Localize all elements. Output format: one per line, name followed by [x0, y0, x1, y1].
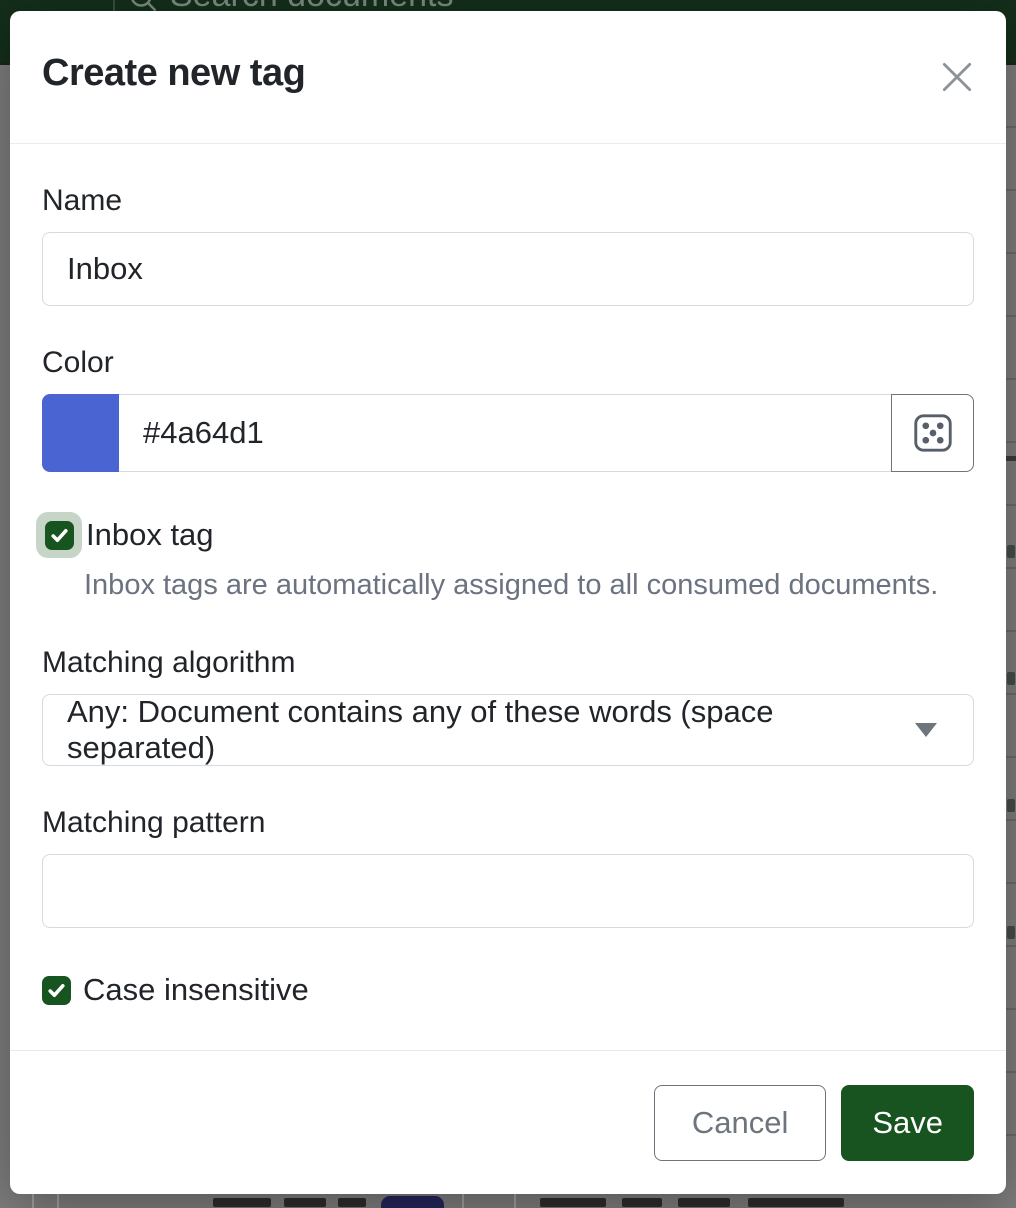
name-field-group: Name	[42, 184, 974, 306]
dimmed-content-strip	[0, 1194, 1016, 1208]
case-insensitive-label[interactable]: Case insensitive	[83, 972, 309, 1008]
matching-pattern-input[interactable]	[42, 854, 974, 928]
dialog-title: Create new tag	[42, 49, 974, 97]
dimmed-table-border	[514, 1194, 516, 1208]
color-hex-input[interactable]	[119, 394, 892, 472]
dimmed-table-header-line	[1006, 456, 1016, 461]
dimmed-text-fragment	[338, 1198, 366, 1207]
selected-option: Any: Document contains any of these word…	[67, 694, 915, 766]
matching-algorithm-group: Matching algorithm Any: Document contain…	[42, 646, 974, 766]
check-icon	[46, 980, 67, 1001]
name-input[interactable]	[42, 232, 974, 306]
inbox-tag-checkbox[interactable]	[45, 521, 74, 550]
inbox-tag-hint: Inbox tags are automatically assigned to…	[84, 568, 974, 602]
matching-algorithm-select[interactable]: Any: Document contains any of these word…	[42, 694, 974, 766]
inbox-tag-label[interactable]: Inbox tag	[86, 517, 214, 553]
dimmed-text-fragment	[1007, 926, 1015, 939]
chevron-down-icon	[915, 723, 937, 737]
matching-pattern-label: Matching pattern	[42, 806, 974, 840]
dimmed-text-fragment	[1007, 799, 1015, 812]
dimmed-text-fragment	[1007, 672, 1015, 685]
case-insensitive-row: Case insensitive	[42, 972, 974, 1008]
dimmed-text-fragment	[284, 1198, 326, 1207]
close-button[interactable]	[938, 58, 976, 96]
color-input-group	[42, 394, 974, 472]
color-label: Color	[42, 346, 974, 380]
dimmed-text-fragment	[748, 1198, 844, 1207]
cancel-button[interactable]: Cancel	[654, 1085, 827, 1161]
dimmed-badge	[381, 1196, 444, 1208]
dimmed-table-rows	[1006, 65, 1016, 1194]
dimmed-text-fragment	[1007, 545, 1015, 558]
check-icon	[49, 525, 70, 546]
dimmed-text-fragment	[540, 1198, 606, 1207]
matching-algorithm-label: Matching algorithm	[42, 646, 974, 680]
dimmed-table-border	[57, 1194, 59, 1208]
random-color-button[interactable]	[891, 394, 974, 472]
case-insensitive-checkbox[interactable]	[42, 976, 71, 1005]
matching-pattern-group: Matching pattern	[42, 806, 974, 928]
save-button[interactable]: Save	[841, 1085, 974, 1161]
checkbox-focus-ring	[36, 512, 82, 558]
close-icon	[938, 58, 976, 96]
create-tag-dialog: Create new tag Name Color	[10, 11, 1006, 1194]
dialog-footer: Cancel Save	[10, 1050, 1006, 1194]
dialog-body: Name Color	[10, 144, 1006, 1050]
dimmed-text-fragment	[622, 1198, 662, 1207]
dimmed-text-fragment	[213, 1198, 271, 1207]
dimmed-text-fragment	[678, 1198, 730, 1207]
color-field-group: Color	[42, 346, 974, 472]
dialog-header: Create new tag	[10, 11, 1006, 144]
inbox-tag-row: Inbox tag	[42, 512, 974, 558]
dice-icon	[913, 413, 953, 453]
name-label: Name	[42, 184, 974, 218]
dimmed-table-border	[462, 1194, 464, 1208]
dimmed-table-border	[32, 1194, 34, 1208]
color-swatch	[42, 394, 119, 472]
